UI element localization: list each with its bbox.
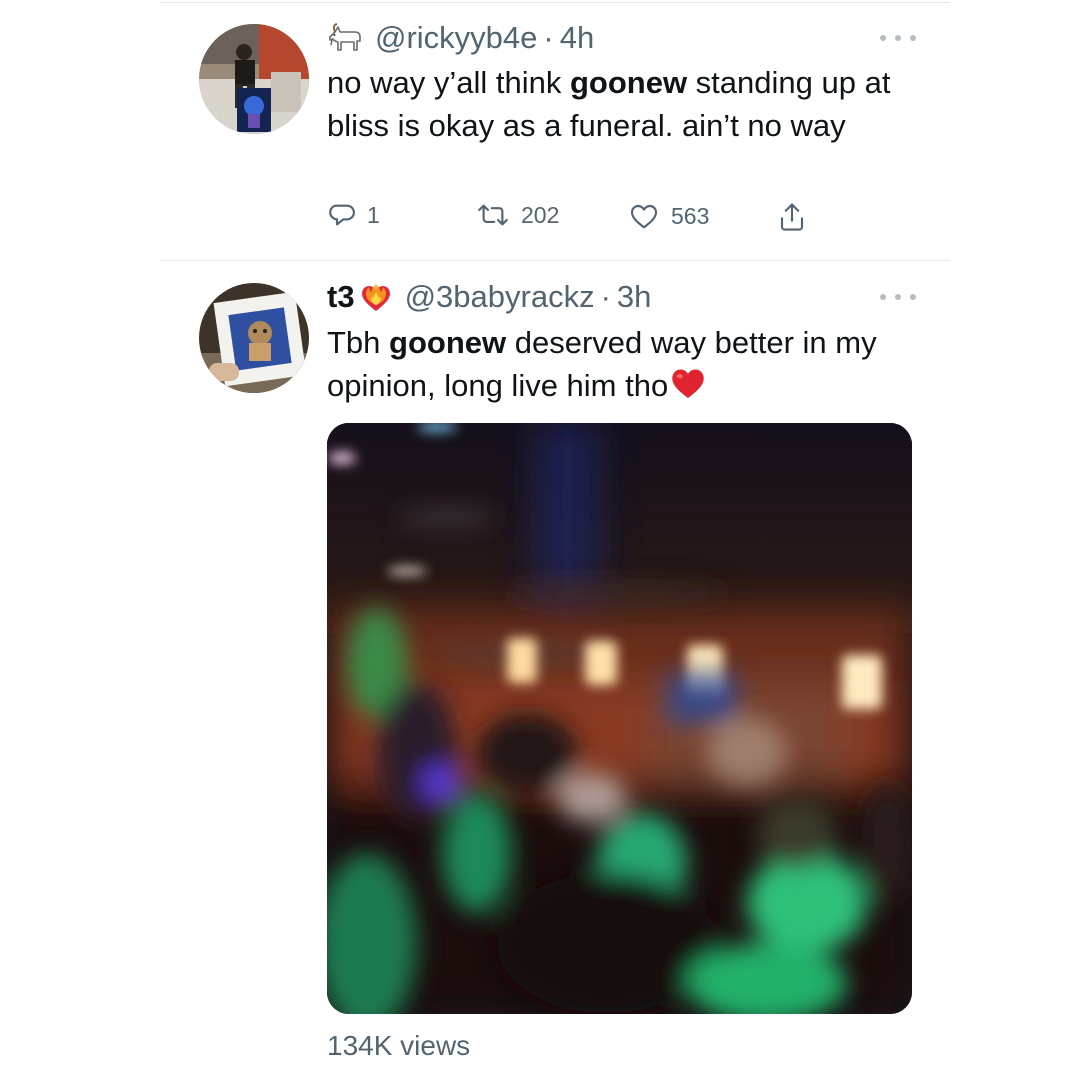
- tweet-1-time[interactable]: 4h: [560, 20, 594, 56]
- tweet-divider: [160, 260, 950, 261]
- video-frame[interactable]: [327, 423, 912, 1014]
- tweet-1-separator: ·: [543, 20, 554, 55]
- tweet-1-actions: 1 202 563: [327, 200, 927, 240]
- tweet-2-time[interactable]: 3h: [617, 279, 651, 315]
- reply-icon: [329, 204, 355, 226]
- retweet-count: 202: [521, 201, 560, 228]
- video-view-count: 134K views: [327, 1030, 471, 1061]
- tweet-2-display-name[interactable]: t3: [327, 279, 355, 315]
- tweet-2-mention: goonew: [389, 325, 507, 360]
- tweet-1-text-before: no way y’all think: [327, 65, 570, 100]
- tweet-1-handle[interactable]: @rickyyb4e: [375, 20, 537, 56]
- tweet-2-handle[interactable]: @3babyrackz: [405, 279, 595, 315]
- avatar-3babyrackz[interactable]: [199, 283, 309, 393]
- tweet-2-text: Tbh goonew deserved way better in my opi…: [327, 321, 927, 407]
- tweet-2-text-before: Tbh: [327, 325, 390, 360]
- tweet-1-text: no way y’all think goonew standing up at…: [327, 61, 927, 147]
- retweet-icon: [478, 204, 508, 226]
- heart-on-fire-icon: [361, 284, 390, 311]
- share-icon: [780, 203, 804, 231]
- tweet-1-more-icon[interactable]: [880, 33, 916, 43]
- avatar-rickyyb4e[interactable]: [199, 24, 309, 134]
- reply-button[interactable]: 1: [327, 200, 380, 230]
- like-button[interactable]: 563: [627, 200, 709, 232]
- tweet-2-more-icon[interactable]: [880, 292, 916, 302]
- red-heart-icon: [672, 369, 704, 398]
- top-divider: [160, 2, 950, 3]
- heart-icon: [630, 204, 658, 229]
- tweet-2-header: t3 @3babyrackz · 3h: [327, 279, 651, 315]
- share-button[interactable]: [777, 200, 817, 234]
- video-media[interactable]: [327, 423, 912, 1014]
- tweet-1-header: @rickyyb4e · 4h: [327, 20, 594, 56]
- tweet-1-mention: goonew: [569, 65, 688, 100]
- reply-count: 1: [367, 201, 380, 228]
- goat-icon: [329, 23, 361, 51]
- retweet-button[interactable]: 202: [475, 200, 559, 230]
- tweet-2-separator: ·: [600, 279, 611, 314]
- like-count: 563: [671, 202, 710, 229]
